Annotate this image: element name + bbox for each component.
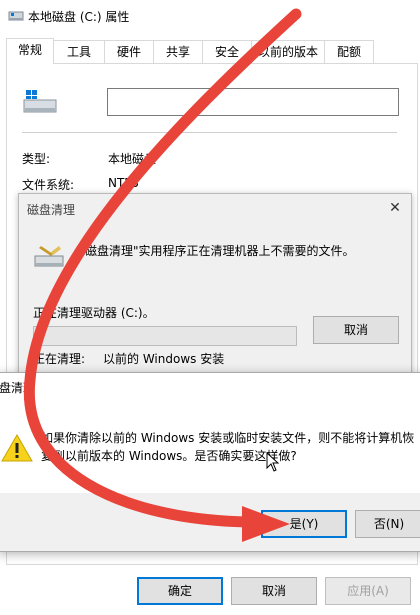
cancel-button[interactable]: 取消: [231, 577, 317, 605]
filesystem-value: NTFS: [108, 176, 139, 190]
cleanup-progress-bar: [33, 326, 297, 346]
confirm-dialog: 盘清理 如果你清除以前的 Windows 安装或临时安装文件，则不能将计算机恢 …: [0, 372, 420, 552]
cleaning-value: 以前的 Windows 安装: [103, 352, 225, 366]
cleanup-title: 磁盘清理: [27, 203, 76, 217]
apply-button[interactable]: 应用(A): [325, 577, 411, 605]
drive-title-icon: [8, 11, 24, 21]
confirm-message-line1: 如果你清除以前的 Windows 安装或临时安装文件，则不能将计算机恢: [41, 431, 415, 445]
window-title: 本地磁盘 (C:) 属性: [28, 10, 130, 24]
separator: [22, 132, 397, 133]
cleanup-message: 磁盘清理"实用程序正在清理机器上不需要的文件。: [85, 244, 355, 258]
cleanup-icon: [34, 246, 64, 267]
warning-icon: [1, 433, 33, 462]
tab-strip: 常规 工具 硬件 共享 安全 以前的版本 配额: [6, 38, 420, 64]
confirm-message: 如果你清除以前的 Windows 安装或临时安装文件，则不能将计算机恢 复到以前…: [41, 429, 420, 465]
ok-button[interactable]: 确定: [137, 577, 223, 605]
title-bar: 本地磁盘 (C:) 属性: [0, 0, 420, 32]
yes-button[interactable]: 是(Y): [261, 510, 347, 538]
filesystem-label: 文件系统:: [22, 178, 75, 192]
tab-general[interactable]: 常规: [6, 38, 54, 64]
tab-security[interactable]: 安全: [202, 40, 252, 63]
cleanup-cancel-button[interactable]: 取消: [313, 316, 399, 344]
cursor-icon: [266, 452, 280, 472]
tab-quota[interactable]: 配额: [324, 40, 374, 63]
type-label: 类型:: [22, 152, 51, 166]
tab-sharing[interactable]: 共享: [153, 40, 203, 63]
disk-cleanup-dialog: 磁盘清理 ✕ 磁盘清理"实用程序正在清理机器上不需要的文件。 正在清理驱动器 (…: [18, 193, 412, 377]
confirm-message-line2: 复到以前版本的 Windows。是否确实要这样做?: [41, 449, 297, 463]
close-icon[interactable]: ✕: [385, 198, 405, 218]
tab-tools[interactable]: 工具: [53, 40, 105, 63]
drive-icon: [23, 90, 57, 113]
cleanup-status: 正在清理驱动器 (C:)。: [33, 306, 155, 320]
tab-hardware[interactable]: 硬件: [104, 40, 154, 63]
cleaning-label: 正在清理:: [33, 352, 86, 366]
confirm-title: 盘清理: [0, 381, 36, 395]
volume-name-input[interactable]: [107, 88, 399, 116]
tab-previous-versions[interactable]: 以前的版本: [251, 40, 325, 63]
no-button[interactable]: 否(N): [355, 510, 420, 538]
type-value: 本地磁盘: [108, 152, 157, 166]
